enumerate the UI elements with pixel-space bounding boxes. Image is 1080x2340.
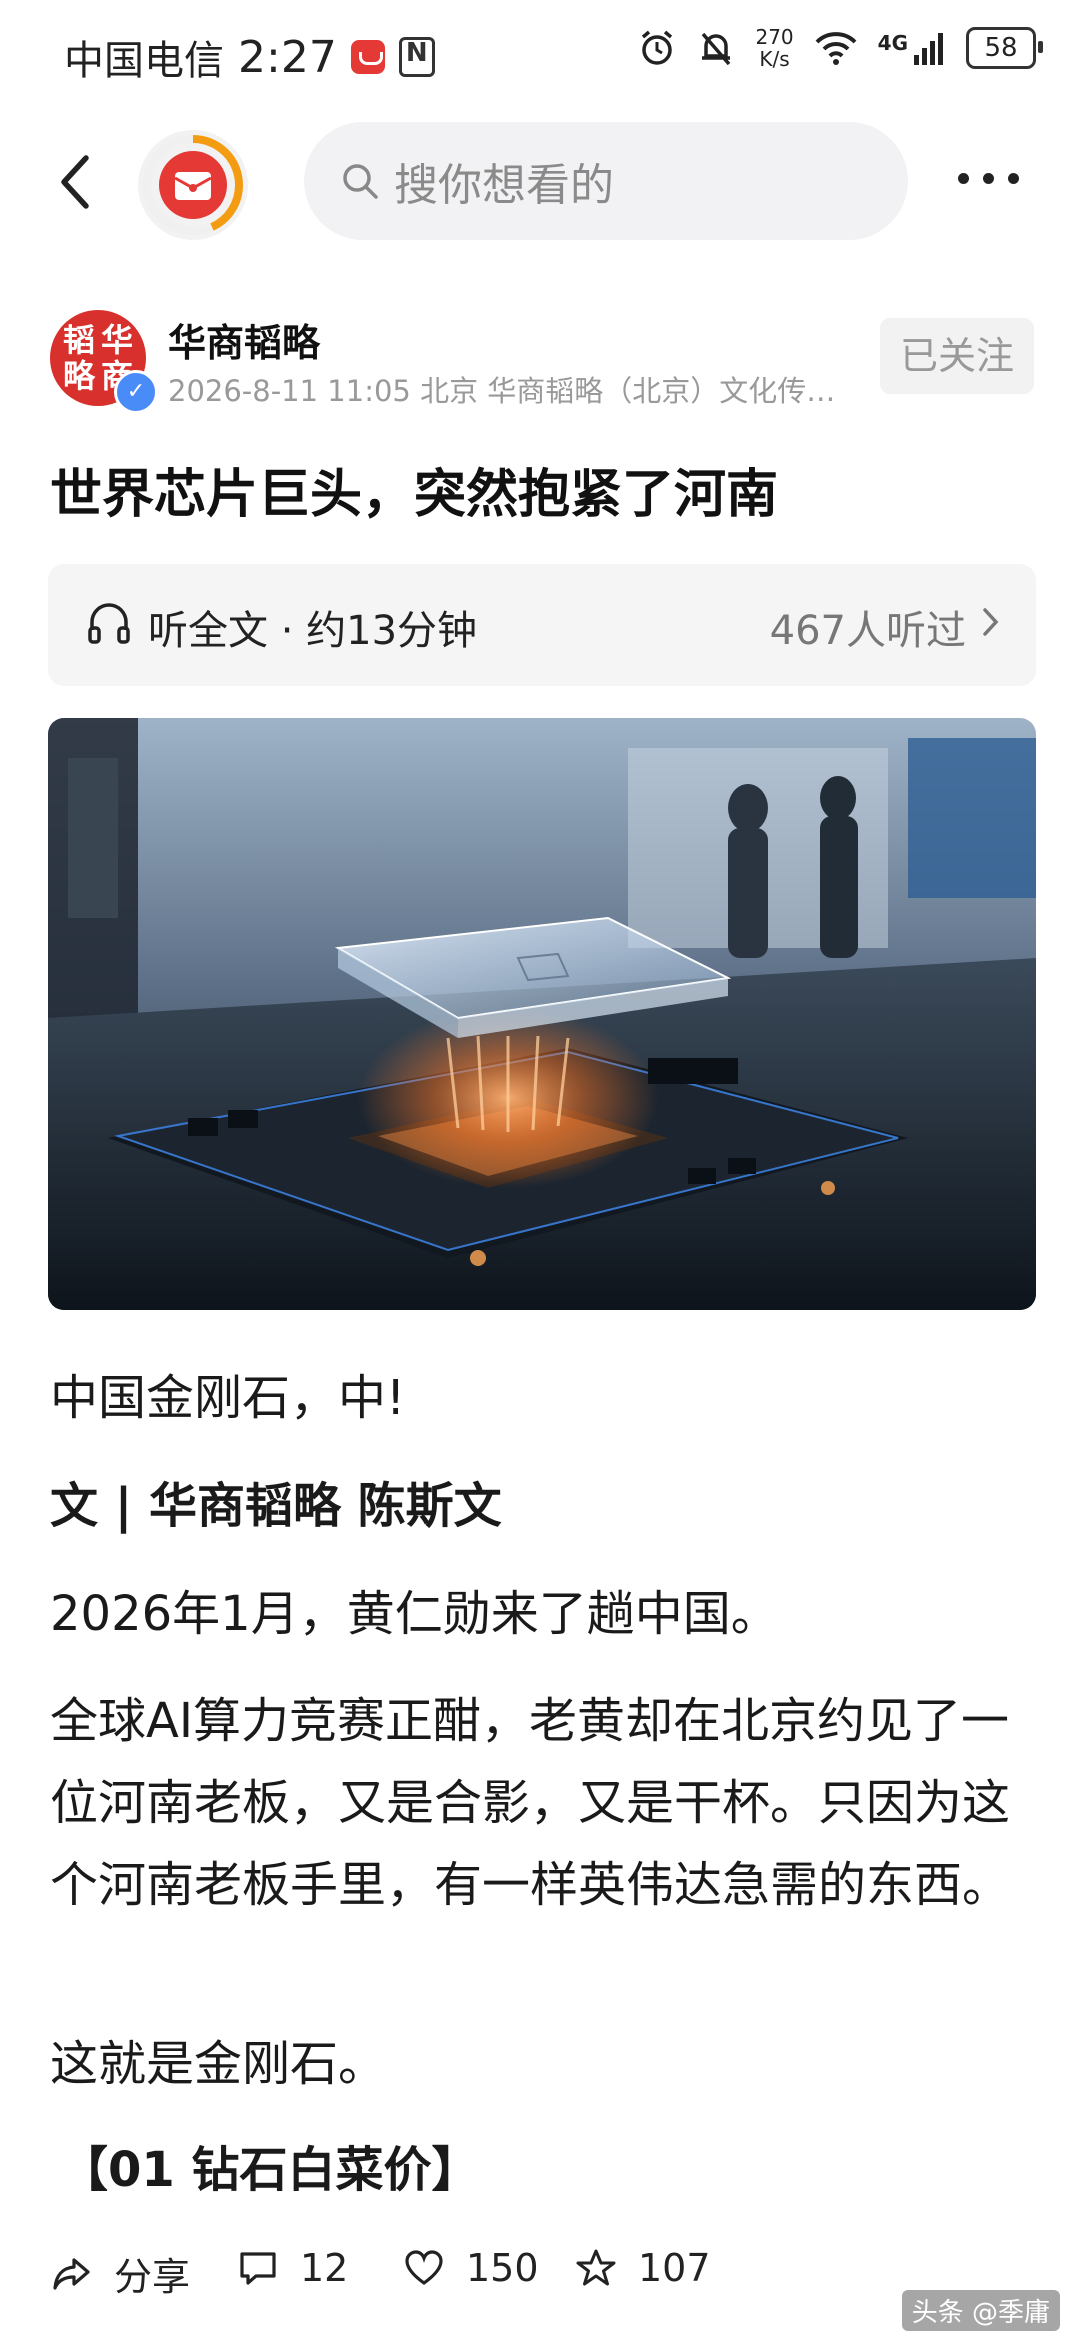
status-time: 2:27 [238,31,337,83]
signal-icon [914,33,943,65]
bottom-action-bar: 分享 12 150 107 头条 @季庸 [0,2228,1080,2340]
author-meta: 2026-8-11 11:05 北京 华商韬略（北京）文化传… [168,374,836,408]
listen-label: 听全文 · 约13分钟 [148,608,478,654]
verified-badge-icon: ✓ [114,370,158,414]
like-count: 150 [466,2246,539,2290]
share-button[interactable]: 分享 [52,2246,190,2301]
heart-icon [405,2250,443,2285]
author-name[interactable]: 华商韬略 [168,312,320,367]
article-byline: 文 | 华商韬略 陈斯文 [50,1478,502,1534]
network-type: 4G [877,31,908,55]
comment-count: 12 [300,2246,349,2290]
listen-count: 467人听过 [769,608,966,654]
net-speed-unit: K/s [759,47,790,71]
nfc-icon [398,37,435,77]
status-bar: 中国电信 2:27 270 K/s 4G [0,0,1080,110]
mute-bell-icon [702,32,731,66]
search-icon [343,164,378,199]
net-speed-value: 270 [755,25,794,49]
star-icon [576,2249,616,2286]
section-heading: 【01 钻石白菜价】 [60,2142,480,2198]
share-icon [53,2257,90,2290]
avatar-char: 华 [100,321,133,359]
wifi-icon [815,32,857,65]
favorite-button[interactable]: 107 [576,2246,711,2290]
share-label: 分享 [114,2255,191,2299]
carrier-name: 中国电信 [64,38,224,84]
status-right: 270 K/s 4G 58 [637,26,1043,70]
chevron-right-icon [983,608,999,636]
article-paragraph: 2026年1月，黄仁勋来了趟中国。 [50,1586,779,1642]
redpacket-icon [143,135,244,235]
battery-indicator: 58 [966,27,1043,69]
signal-group: 4G [878,31,946,65]
avatar-char: 韬 [62,321,95,359]
favorite-count: 107 [638,2246,711,2290]
watermark: 头条 @季庸 [901,2290,1060,2331]
back-button[interactable] [46,150,110,214]
nav-bar: 搜你想看的 [0,120,1080,250]
article-paragraph: 全球AI算力竞赛正酣，老黄却在北京约见了一位河南老板，又是合影，又是干杯。只因为… [50,1693,1011,1913]
comment-button[interactable]: 12 [238,2246,348,2290]
listen-full-text-bar[interactable]: 听全文 · 约13分钟 467人听过 [48,564,1036,686]
more-options-button[interactable] [958,158,1028,198]
avatar-char: 略 [62,357,95,395]
article-hero-image[interactable] [48,718,1036,1310]
like-button[interactable]: 150 [404,2246,539,2290]
more-dot-icon [983,172,994,184]
more-dot-icon [958,172,969,184]
article-title: 世界芯片巨头，突然抱紧了河南 [50,465,779,525]
notification-icon [350,40,385,74]
alarm-icon [642,30,673,65]
status-left: 中国电信 2:27 [64,28,435,86]
follow-button[interactable]: 已关注 [880,318,1034,394]
article-paragraph: 这就是金刚石。 [50,2036,387,2092]
net-speed: 270 K/s [755,26,793,70]
article-paragraph: 中国金刚石，中! [50,1370,406,1426]
comment-icon [240,2252,276,2285]
headphones-icon [88,603,130,644]
search-placeholder: 搜你想看的 [394,160,614,211]
more-dot-icon [1008,172,1019,184]
author-row: 韬 华 略 商 ✓ 华商韬略 2026-8-11 11:05 北京 华商韬略（北… [50,310,1034,414]
search-input[interactable]: 搜你想看的 [304,122,908,240]
app-logo[interactable] [138,130,248,240]
